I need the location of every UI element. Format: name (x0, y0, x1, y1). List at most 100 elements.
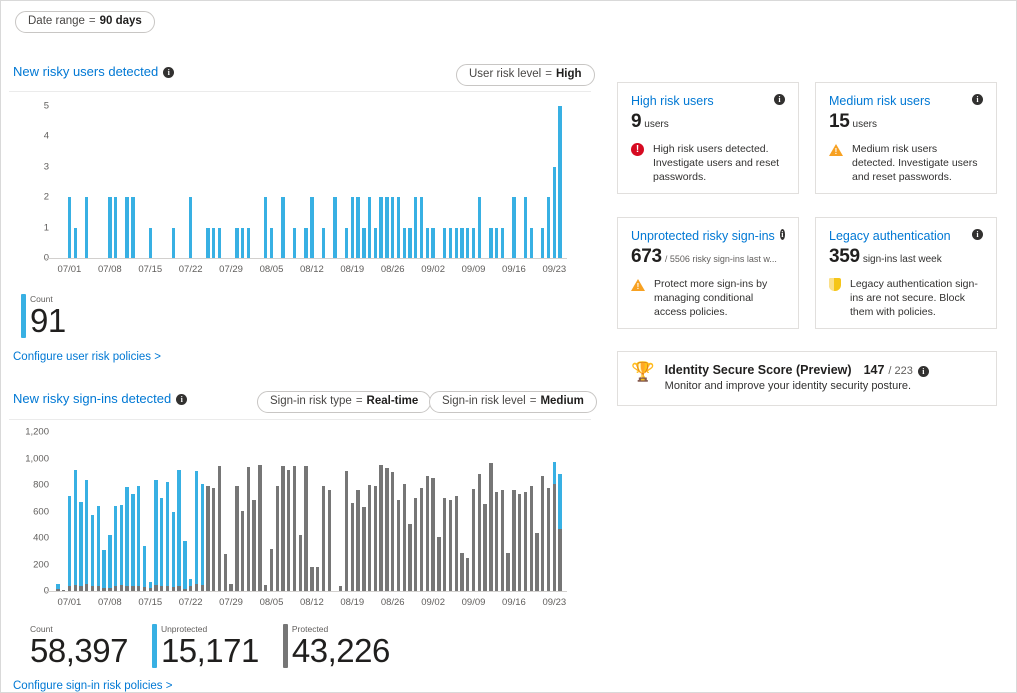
card-legacy-authentication[interactable]: Legacy authentication i 359sign-ins last… (815, 217, 997, 329)
chart-bar[interactable] (218, 228, 221, 258)
chart-bar[interactable] (264, 197, 267, 258)
chart-bar[interactable] (241, 511, 244, 591)
chart-bar[interactable] (154, 585, 157, 591)
chart-bar[interactable] (177, 586, 180, 591)
chart-bar[interactable] (414, 197, 417, 258)
chart-bar[interactable] (339, 586, 342, 591)
chart-bar[interactable] (541, 476, 544, 591)
chart-bar[interactable] (206, 486, 209, 591)
info-icon[interactable]: i (176, 394, 187, 405)
chart-bar[interactable] (385, 468, 388, 591)
card-medium-risk-users[interactable]: Medium risk users i 15users Medium risk … (815, 82, 997, 194)
chart-bar[interactable] (403, 228, 406, 258)
chart-bar[interactable] (530, 486, 533, 591)
chart-bar[interactable] (368, 197, 371, 258)
chart-bar[interactable] (483, 504, 486, 591)
chart-bar[interactable] (391, 472, 394, 591)
chart-bar[interactable] (351, 197, 354, 258)
chart-bar[interactable] (304, 228, 307, 258)
chart-bar[interactable] (501, 228, 504, 258)
chart-bar[interactable] (414, 498, 417, 591)
chart-bar[interactable] (547, 197, 550, 258)
chart-bar[interactable] (455, 496, 458, 591)
chart-bar[interactable] (177, 470, 180, 591)
chart-bar[interactable] (472, 489, 475, 591)
chart-bar[interactable] (524, 492, 527, 591)
chart-bar[interactable] (102, 550, 105, 591)
chart-bar[interactable] (166, 482, 169, 591)
chart-bar[interactable] (189, 586, 192, 591)
chart-bar[interactable] (443, 498, 446, 591)
chart-bar[interactable] (137, 586, 140, 591)
chart-bar[interactable] (322, 228, 325, 258)
chart-bar[interactable] (264, 585, 267, 591)
chart-bar[interactable] (206, 228, 209, 258)
chart-bar[interactable] (530, 228, 533, 258)
chart-bar[interactable] (426, 228, 429, 258)
card-high-risk-users[interactable]: High risk users i 9users High risk users… (617, 82, 799, 194)
chart-bar[interactable] (276, 486, 279, 591)
chart-bar[interactable] (420, 488, 423, 591)
chart-bar[interactable] (397, 500, 400, 591)
chart-bar[interactable] (172, 587, 175, 591)
identity-secure-score-card[interactable]: 🏆 Identity Secure Score (Preview) 147 / … (617, 351, 997, 406)
chart-bar[interactable] (252, 500, 255, 591)
chart-bar[interactable] (368, 485, 371, 591)
chart-bar[interactable] (102, 588, 105, 591)
chart-bar[interactable] (345, 228, 348, 258)
info-icon[interactable]: i (918, 366, 929, 377)
configure-signin-risk-policies-link[interactable]: Configure sign-in risk policies > (13, 680, 172, 692)
chart-bar[interactable] (351, 503, 354, 591)
info-icon[interactable]: i (972, 229, 983, 240)
chart-bar[interactable] (195, 471, 198, 591)
chart-bar[interactable] (74, 470, 77, 591)
chart-bar[interactable] (97, 586, 100, 591)
chart-bar[interactable] (189, 197, 192, 258)
chart-bar[interactable] (125, 487, 128, 591)
chart-bar[interactable] (79, 502, 82, 591)
chart-bar[interactable] (374, 486, 377, 591)
chart-bar[interactable] (304, 466, 307, 591)
chart-bar[interactable] (195, 584, 198, 591)
signin-risk-level-filter-pill[interactable]: Sign-in risk level = Medium (429, 391, 597, 413)
chart-bar[interactable] (472, 228, 475, 258)
chart-bar[interactable] (322, 486, 325, 591)
chart-bar[interactable] (524, 197, 527, 258)
chart-bar[interactable] (281, 197, 284, 258)
info-icon[interactable]: i (972, 94, 983, 105)
chart-bar[interactable] (137, 486, 140, 591)
chart-bar[interactable] (79, 586, 82, 591)
chart-bar[interactable] (408, 228, 411, 258)
chart-bar[interactable] (460, 553, 463, 591)
chart-bar[interactable] (108, 588, 111, 591)
chart-bar[interactable] (270, 228, 273, 258)
chart-bar[interactable] (160, 586, 163, 591)
chart-bar[interactable] (74, 228, 77, 258)
chart-bar[interactable] (85, 584, 88, 591)
chart-bar[interactable] (229, 584, 232, 591)
chart-bar[interactable] (56, 589, 59, 591)
chart-bar[interactable] (154, 480, 157, 591)
chart-bar[interactable] (235, 486, 238, 591)
chart-bar[interactable] (149, 228, 152, 258)
chart-bar[interactable] (385, 197, 388, 258)
chart-bar[interactable] (489, 463, 492, 591)
chart-bar[interactable] (224, 554, 227, 591)
chart-bar[interactable] (426, 476, 429, 591)
card-unprotected-risky-signins[interactable]: Unprotected risky sign-ins i 673/ 5506 r… (617, 217, 799, 329)
chart-bar[interactable] (114, 506, 117, 591)
chart-bar[interactable] (258, 465, 261, 591)
chart-bar[interactable] (506, 553, 509, 591)
chart-bar[interactable] (68, 496, 71, 591)
chart-bar[interactable] (172, 512, 175, 591)
date-range-filter-pill[interactable]: Date range = 90 days (15, 11, 155, 33)
chart-bar[interactable] (379, 465, 382, 591)
chart-bar[interactable] (235, 228, 238, 258)
chart-bar[interactable] (74, 585, 77, 591)
chart-bar[interactable] (449, 500, 452, 591)
chart-bar[interactable] (212, 228, 215, 258)
chart-bar[interactable] (512, 490, 515, 591)
chart-bar[interactable] (97, 506, 100, 591)
chart-bar[interactable] (374, 228, 377, 258)
chart-bar[interactable] (172, 228, 175, 258)
